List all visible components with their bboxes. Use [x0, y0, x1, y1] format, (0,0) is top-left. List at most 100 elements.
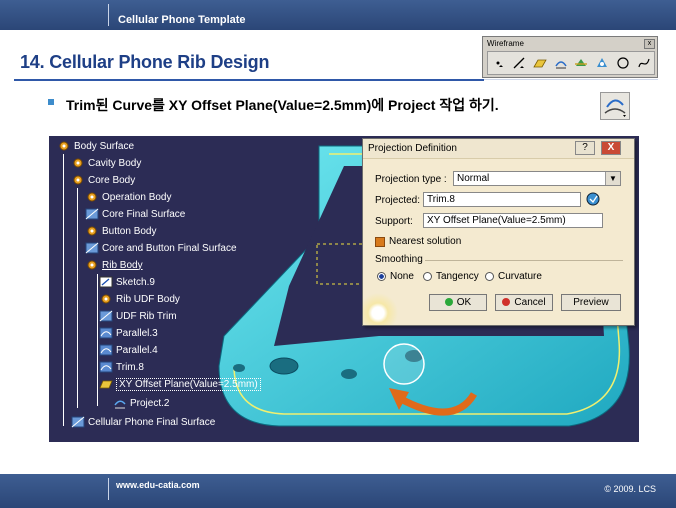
cancel-label: Cancel: [514, 297, 546, 308]
tree-item-label: Core Body: [88, 174, 136, 186]
projection-definition-dialog[interactable]: Projection Definition ? X Projection typ…: [362, 138, 635, 326]
smoothing-curvature-label: Curvature: [498, 271, 542, 282]
tree-item-project-2[interactable]: Project.2: [113, 395, 169, 411]
dialog-logo: [363, 289, 403, 325]
projected-label: Projected:: [375, 195, 421, 206]
instruction-text: Trim된 Curve를 XY Offset Plane(Value=2.5mm…: [66, 97, 499, 113]
footer-divider: [108, 478, 109, 500]
curve-icon: [99, 344, 113, 356]
gear-body-icon: [73, 175, 83, 185]
ok-label: OK: [456, 297, 472, 308]
smoothing-divider: [425, 260, 623, 261]
tree-item-label: Operation Body: [102, 191, 172, 203]
projection-type-label: Projection type :: [375, 174, 447, 185]
tree-item-parallel-4[interactable]: Parallel.4: [99, 342, 158, 358]
spline-icon[interactable]: [637, 56, 651, 70]
tree-item-label: Project.2: [130, 397, 170, 409]
tree-item-label: Rib UDF Body: [116, 293, 180, 305]
smoothing-curvature-radio[interactable]: [485, 272, 494, 281]
tree-item-core-final-surface[interactable]: Core Final Surface: [85, 206, 185, 222]
sketch-icon: [99, 276, 113, 288]
toolbar-close-button[interactable]: x: [644, 39, 655, 49]
smoothing-tangency-label: Tangency: [436, 271, 479, 282]
tree-item-body-surface[interactable]: Body Surface: [57, 138, 134, 154]
cancel-icon: [502, 298, 511, 307]
line-icon[interactable]: [512, 56, 526, 70]
ok-button[interactable]: OK: [429, 294, 487, 311]
parallel-curve-icon[interactable]: [595, 56, 609, 70]
help-button[interactable]: ?: [575, 141, 595, 155]
smoothing-none-radio[interactable]: [377, 272, 386, 281]
tree-item-rib-body[interactable]: Rib Body: [85, 257, 143, 273]
projection-tool-button[interactable]: [600, 92, 630, 120]
nearest-solution-checkbox[interactable]: [375, 237, 385, 247]
ok-icon: [444, 298, 453, 307]
tree-item-cellular-phone-final-surface[interactable]: Cellular Phone Final Surface: [71, 414, 215, 430]
tree-item-label: Parallel.3: [116, 327, 158, 339]
tree-line: [77, 188, 78, 408]
surface-icon: [85, 208, 99, 220]
projected-value: Trim.8: [427, 194, 455, 205]
intersection-icon[interactable]: [574, 56, 588, 70]
cancel-button[interactable]: Cancel: [495, 294, 553, 311]
wireframe-tool-row: [487, 51, 655, 75]
header-bar: Cellular Phone Template: [0, 0, 676, 30]
gear-body-icon: [87, 226, 97, 236]
tree-item-label: Core and Button Final Surface: [102, 242, 237, 254]
tree-item-label: Trim.8: [116, 361, 144, 373]
wireframe-toolbar[interactable]: Wireframe x: [482, 36, 658, 78]
page-title: 14. Cellular Phone Rib Design: [20, 52, 270, 72]
surface-icon: [85, 242, 99, 254]
projection-type-value: Normal: [457, 173, 490, 184]
tree-item-xy-offset-plane[interactable]: XY Offset Plane(Value=2.5mm): [99, 376, 261, 392]
selection-mode-icon[interactable]: [585, 191, 601, 207]
tree-item-core-button-final-surface[interactable]: Core and Button Final Surface: [85, 240, 237, 256]
plane-icon[interactable]: [533, 56, 547, 70]
projection-icon[interactable]: [554, 56, 568, 70]
tree-item-udf-rib-trim[interactable]: UDF Rib Trim: [99, 308, 177, 324]
footer-bar: www.edu-catia.com © 2009. LCS: [0, 474, 676, 508]
tree-item-label: Sketch.9: [116, 276, 155, 288]
dialog-title: Projection Definition: [368, 143, 457, 154]
tree-item-cavity-body[interactable]: Cavity Body: [71, 155, 141, 171]
projection-icon: [114, 400, 126, 409]
tree-item-label: Cavity Body: [88, 157, 142, 169]
tree-item-button-body[interactable]: Button Body: [85, 223, 156, 239]
support-field[interactable]: XY Offset Plane(Value=2.5mm): [423, 213, 603, 228]
tree-item-label: Cellular Phone Final Surface: [88, 416, 216, 428]
curve-icon: [99, 361, 113, 373]
chevron-down-icon[interactable]: ▼: [605, 172, 620, 185]
tree-item-core-body[interactable]: Core Body: [71, 172, 135, 188]
gear-body-icon: [87, 260, 97, 270]
smoothing-tangency-radio[interactable]: [423, 272, 432, 281]
gear-body-icon: [101, 294, 111, 304]
footer-copyright: © 2009. LCS: [604, 484, 656, 494]
circle-icon[interactable]: [616, 56, 630, 70]
title-underline: [14, 79, 484, 81]
smoothing-label: Smoothing: [375, 254, 423, 265]
tree-item-label: Rib Body: [102, 259, 143, 271]
point-icon[interactable]: [491, 56, 505, 70]
tree-line: [63, 154, 64, 426]
surface-icon: [99, 310, 113, 322]
tree-item-label: Button Body: [102, 225, 157, 237]
preview-button[interactable]: Preview: [561, 294, 621, 311]
tree-item-parallel-3[interactable]: Parallel.3: [99, 325, 158, 341]
projected-field[interactable]: Trim.8: [423, 192, 581, 207]
bullet-marker: [48, 99, 54, 105]
tree-item-label: Body Surface: [74, 140, 135, 152]
tree-item-label: XY Offset Plane(Value=2.5mm): [116, 377, 261, 391]
tree-item-operation-body[interactable]: Operation Body: [85, 189, 172, 205]
tree-line: [97, 274, 98, 406]
tree-item-sketch-9[interactable]: Sketch.9: [99, 274, 155, 290]
dialog-titlebar[interactable]: Projection Definition ? X: [363, 139, 634, 159]
catia-viewport[interactable]: Body Surface Cavity Body Core Body Opera…: [49, 136, 639, 442]
title-underline-light: [484, 79, 658, 80]
tree-item-rib-udf-body[interactable]: Rib UDF Body: [99, 291, 180, 307]
close-button[interactable]: X: [601, 141, 621, 155]
header-title: Cellular Phone Template: [118, 14, 246, 26]
wireframe-toolbar-title: Wireframe: [487, 39, 524, 48]
smoothing-none-label: None: [390, 271, 414, 282]
projection-type-select[interactable]: Normal ▼: [453, 171, 621, 186]
tree-item-trim-8[interactable]: Trim.8: [99, 359, 144, 375]
